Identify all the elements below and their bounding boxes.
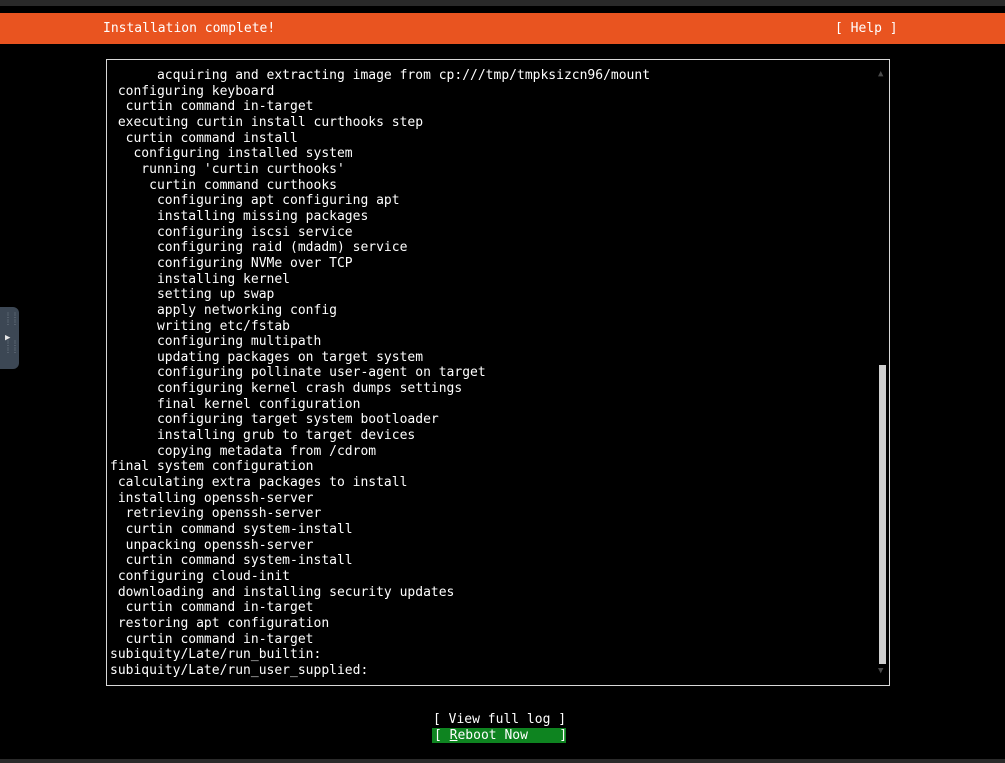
log-line: installing openssh-server bbox=[110, 490, 314, 506]
log-line: configuring target system bootloader bbox=[110, 412, 439, 428]
log-line: executing curtin install curthooks step bbox=[110, 114, 424, 130]
log-line: configuring kernel crash dumps settings bbox=[110, 381, 463, 397]
log-line: running 'curtin curthooks' bbox=[110, 161, 345, 177]
log-line: updating packages on target system bbox=[110, 349, 424, 365]
log-line: configuring cloud-init bbox=[110, 569, 291, 584]
log-line: restoring apt configuration bbox=[110, 615, 330, 631]
log-line: curtin command system-install bbox=[110, 553, 353, 569]
log-line: final system configuration bbox=[110, 459, 314, 475]
log-line: configuring apt configuring apt bbox=[110, 193, 400, 209]
play-arrow-icon[interactable]: ▶ bbox=[5, 333, 10, 343]
window-bottom-edge bbox=[0, 759, 1005, 763]
install-log-lines: acquiring and extracting image from cp:/… bbox=[110, 68, 650, 679]
log-line: configuring keyboard bbox=[110, 83, 275, 99]
reboot-now-button[interactable]: [ Reboot Now ] bbox=[432, 728, 568, 743]
log-line: configuring raid (mdadm) service bbox=[110, 240, 408, 256]
window-top-edge bbox=[0, 0, 1005, 6]
log-line: installing kernel bbox=[110, 271, 291, 287]
scroll-down-icon[interactable]: ▼ bbox=[878, 666, 883, 676]
page-title: Installation complete! bbox=[103, 21, 276, 36]
log-line: curtin command install bbox=[110, 130, 298, 146]
log-line: configuring pollinate user-agent on targ… bbox=[110, 365, 486, 381]
log-line: copying metadata from /cdrom bbox=[110, 443, 377, 459]
log-line: curtin command in-target bbox=[110, 631, 314, 647]
log-line: curtin command curthooks bbox=[110, 177, 337, 193]
log-line: final kernel configuration bbox=[110, 396, 361, 412]
log-line: configuring installed system bbox=[110, 146, 353, 162]
log-line: installing missing packages bbox=[110, 208, 369, 224]
log-line: unpacking openssh-server bbox=[110, 537, 314, 553]
log-line: subiquity/Late/run_user_supplied: bbox=[110, 662, 369, 678]
log-line: configuring multipath bbox=[110, 334, 322, 350]
help-button[interactable]: [ Help ] bbox=[835, 21, 898, 37]
log-line: retrieving openssh-server bbox=[110, 506, 322, 522]
log-line: setting up swap bbox=[110, 287, 275, 303]
log-line: writing etc/fstab bbox=[110, 318, 291, 334]
log-line: installing grub to target devices bbox=[110, 428, 416, 444]
log-line: configuring iscsi service bbox=[110, 224, 353, 240]
view-full-log-button[interactable]: [ View full log ] bbox=[433, 712, 566, 727]
log-line: subiquity/Late/run_builtin: bbox=[110, 647, 322, 663]
log-line: curtin command system-install bbox=[110, 522, 353, 538]
scroll-up-icon[interactable]: ▲ bbox=[878, 69, 883, 79]
log-line: calculating extra packages to install bbox=[110, 475, 408, 491]
reboot-label: eboot Now ] bbox=[457, 728, 568, 743]
log-line: apply networking config bbox=[110, 302, 337, 318]
reboot-prefix: [ bbox=[434, 728, 450, 743]
log-line: curtin command in-target bbox=[110, 600, 314, 616]
log-scrollbar-thumb[interactable] bbox=[879, 365, 886, 664]
log-line: downloading and installing security upda… bbox=[110, 584, 455, 600]
log-line: curtin command in-target bbox=[110, 99, 314, 115]
log-line: configuring NVMe over TCP bbox=[110, 255, 353, 271]
log-line: acquiring and extracting image from cp:/… bbox=[110, 68, 651, 83]
